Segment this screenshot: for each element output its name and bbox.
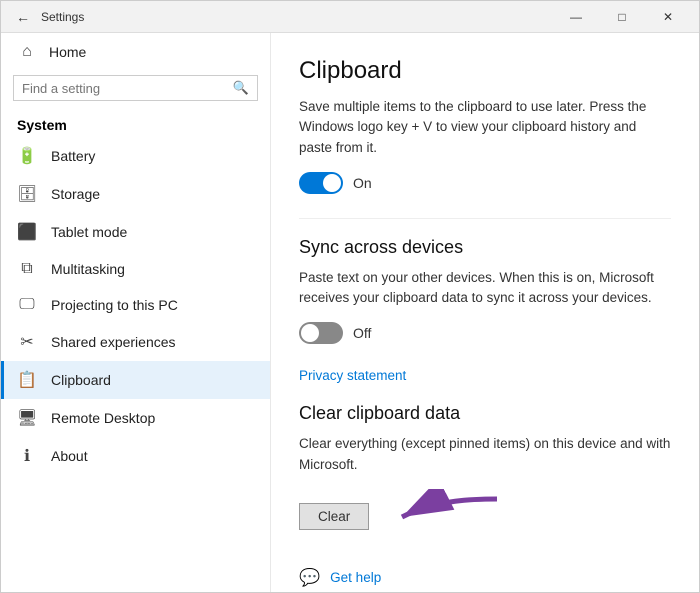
back-button[interactable]: ←	[9, 3, 37, 31]
settings-window: ← Settings — □ ✕ ⌂ Home 🔍 System	[0, 0, 700, 593]
sidebar-label-tablet-mode: Tablet mode	[51, 224, 127, 240]
privacy-link[interactable]: Privacy statement	[299, 368, 671, 383]
clear-button[interactable]: Clear	[299, 503, 369, 530]
sidebar-item-tablet-mode[interactable]: ⬛ Tablet mode	[1, 213, 270, 251]
about-icon: ℹ	[17, 446, 37, 466]
sidebar-item-about[interactable]: ℹ About	[1, 437, 270, 475]
sidebar-item-storage[interactable]: 🗄 Storage	[1, 175, 270, 213]
storage-icon: 🗄	[17, 184, 37, 204]
clipboard-toggle-row: On	[299, 172, 671, 194]
multitasking-icon: ⧉	[17, 260, 37, 278]
get-help-link[interactable]: Get help	[330, 570, 381, 585]
sidebar-item-clipboard[interactable]: 📋 Clipboard	[1, 361, 270, 399]
tablet-mode-icon: ⬛	[17, 222, 37, 242]
close-button[interactable]: ✕	[645, 1, 691, 33]
sidebar-item-multitasking[interactable]: ⧉ Multitasking	[1, 251, 270, 287]
main-content: Clipboard Save multiple items to the cli…	[271, 33, 699, 592]
sidebar-label-shared-experiences: Shared experiences	[51, 334, 176, 350]
sidebar-label-storage: Storage	[51, 186, 100, 202]
footer-links: 💬 Get help 👤 Give feedback	[299, 568, 671, 592]
sidebar-label-battery: Battery	[51, 148, 95, 164]
content-area: ⌂ Home 🔍 System 🔋 Battery 🗄 Storage ⬛	[1, 33, 699, 592]
battery-icon: 🔋	[17, 146, 37, 166]
search-icon: 🔍	[233, 80, 249, 96]
sidebar-item-remote-desktop[interactable]: 🖥 Remote Desktop	[1, 399, 270, 437]
sidebar-item-home-label: Home	[49, 44, 86, 60]
sync-toggle-row: Off	[299, 322, 671, 344]
toggle-on-label: On	[353, 175, 372, 191]
page-title: Clipboard	[299, 57, 671, 85]
sidebar-label-projecting: Projecting to this PC	[51, 297, 178, 313]
divider-1	[299, 218, 671, 219]
toggle-knob	[323, 174, 341, 192]
sync-toggle-knob	[301, 324, 319, 342]
search-box[interactable]: 🔍	[13, 75, 258, 101]
clear-description: Clear everything (except pinned items) o…	[299, 434, 671, 475]
sync-toggle[interactable]	[299, 322, 343, 344]
restore-button[interactable]: □	[599, 1, 645, 33]
clear-row: Clear	[299, 489, 671, 544]
purple-arrow-svg	[387, 489, 507, 544]
remote-desktop-icon: 🖥	[17, 408, 37, 428]
clipboard-icon: 📋	[17, 370, 37, 390]
sidebar-label-about: About	[51, 448, 88, 464]
arrow-indicator	[387, 489, 507, 544]
sidebar-item-shared-experiences[interactable]: ✂ Shared experiences	[1, 323, 270, 361]
sidebar-label-clipboard: Clipboard	[51, 372, 111, 388]
search-input[interactable]	[22, 81, 233, 96]
minimize-button[interactable]: —	[553, 1, 599, 33]
home-icon: ⌂	[17, 43, 37, 61]
clipboard-description: Save multiple items to the clipboard to …	[299, 97, 671, 158]
sidebar-section-system: System	[1, 109, 270, 137]
sync-section-title: Sync across devices	[299, 237, 671, 258]
sidebar-label-remote-desktop: Remote Desktop	[51, 410, 155, 426]
sidebar-item-projecting[interactable]: 🖵 Projecting to this PC	[1, 287, 270, 323]
titlebar: ← Settings — □ ✕	[1, 1, 699, 33]
toggle-off-label: Off	[353, 325, 371, 341]
window-title: Settings	[41, 10, 553, 24]
shared-experiences-icon: ✂	[17, 332, 37, 352]
projecting-icon: 🖵	[17, 296, 37, 314]
sidebar-item-home[interactable]: ⌂ Home	[1, 33, 270, 67]
window-controls: — □ ✕	[553, 1, 691, 33]
sync-description: Paste text on your other devices. When t…	[299, 268, 671, 309]
clear-section-title: Clear clipboard data	[299, 403, 671, 424]
get-help-icon: 💬	[299, 568, 320, 588]
sidebar-item-battery[interactable]: 🔋 Battery	[1, 137, 270, 175]
sidebar: ⌂ Home 🔍 System 🔋 Battery 🗄 Storage ⬛	[1, 33, 271, 592]
clipboard-toggle[interactable]	[299, 172, 343, 194]
get-help-row[interactable]: 💬 Get help	[299, 568, 671, 588]
sidebar-label-multitasking: Multitasking	[51, 261, 125, 277]
